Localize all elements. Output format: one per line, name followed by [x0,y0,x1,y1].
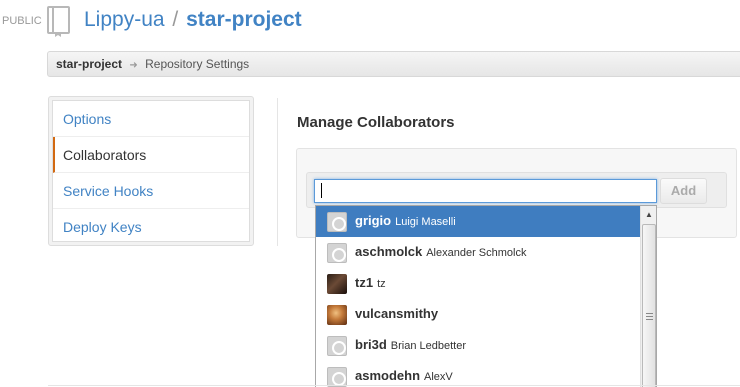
login-text: asmodehn [355,368,421,383]
dropdown-scrollbar[interactable]: ▲ [640,206,656,387]
autocomplete-item[interactable]: tz1 tz [316,268,640,299]
menu-item-service-hooks[interactable]: Service Hooks [53,173,249,209]
breadcrumb-current-page: Repository Settings [145,57,250,71]
full-name-text: Alexander Schmolck [426,247,527,259]
column-divider [277,98,278,246]
full-name-text: tz [377,278,386,290]
repo-header: PUBLIC Lippy-ua / star-project [0,0,740,46]
collaborator-search-input[interactable] [314,179,657,203]
login-text: tz1 [355,275,374,290]
login-text: bri3d [355,337,387,352]
login-text: grigio [355,213,392,228]
breadcrumb-repo-link[interactable]: star-project [56,57,122,71]
autocomplete-item[interactable]: aschmolck Alexander Schmolck [316,237,640,268]
settings-menu-list: Options Collaborators Service Hooks Depl… [52,100,250,242]
scrollbar-thumb[interactable] [642,224,656,387]
autocomplete-login: grigio Luigi Maselli [355,213,456,228]
autocomplete-dropdown: grigio Luigi Maselli aschmolck Alexander S… [315,205,657,387]
menu-item-options[interactable]: Options [53,101,249,137]
repo-title: Lippy-ua / star-project [84,8,302,32]
autocomplete-login: vulcansmithy [355,306,442,321]
autocomplete-item[interactable]: bri3d Brian Ledbetter [316,330,640,361]
settings-menu: Options Collaborators Service Hooks Depl… [48,96,254,246]
octocat-avatar-icon [327,367,347,387]
menu-item-deploy-keys[interactable]: Deploy Keys [53,209,249,245]
autocomplete-item[interactable]: vulcansmithy [316,299,640,330]
menu-item-collaborators[interactable]: Collaborators [53,137,249,173]
repo-book-icon [47,6,70,37]
octocat-avatar-icon [327,336,347,356]
full-name-text: AlexV [424,371,453,383]
title-separator: / [172,8,179,31]
repo-link[interactable]: star-project [186,8,302,31]
scroll-up-arrow-icon[interactable]: ▲ [641,206,656,223]
full-name-text: Luigi Maselli [395,216,456,228]
text-caret [321,183,322,198]
breadcrumb: star-project ➜ Repository Settings [47,51,740,77]
octocat-avatar-icon [327,243,347,263]
autocomplete-login: bri3d Brian Ledbetter [355,337,466,352]
octocat-avatar-icon [327,212,347,232]
breadcrumb-arrow-icon: ➜ [129,60,138,71]
autocomplete-item[interactable]: asmodehn AlexV [316,361,640,387]
user-photo-avatar [327,305,347,325]
autocomplete-login: aschmolck Alexander Schmolck [355,244,526,259]
login-text: aschmolck [355,244,423,259]
autocomplete-login: tz1 tz [355,275,386,290]
autocomplete-item[interactable]: grigio Luigi Maselli [316,206,640,237]
owner-link[interactable]: Lippy-ua [84,8,165,31]
user-photo-avatar [327,274,347,294]
login-text: vulcansmithy [355,306,439,321]
visibility-label: PUBLIC [2,15,42,27]
section-title: Manage Collaborators [297,114,455,131]
full-name-text: Brian Ledbetter [390,340,467,352]
add-collaborator-button[interactable]: Add [660,178,707,204]
autocomplete-login: asmodehn AlexV [355,368,453,383]
bottom-divider [48,385,740,386]
scrollbar-grip-icon [646,313,653,320]
